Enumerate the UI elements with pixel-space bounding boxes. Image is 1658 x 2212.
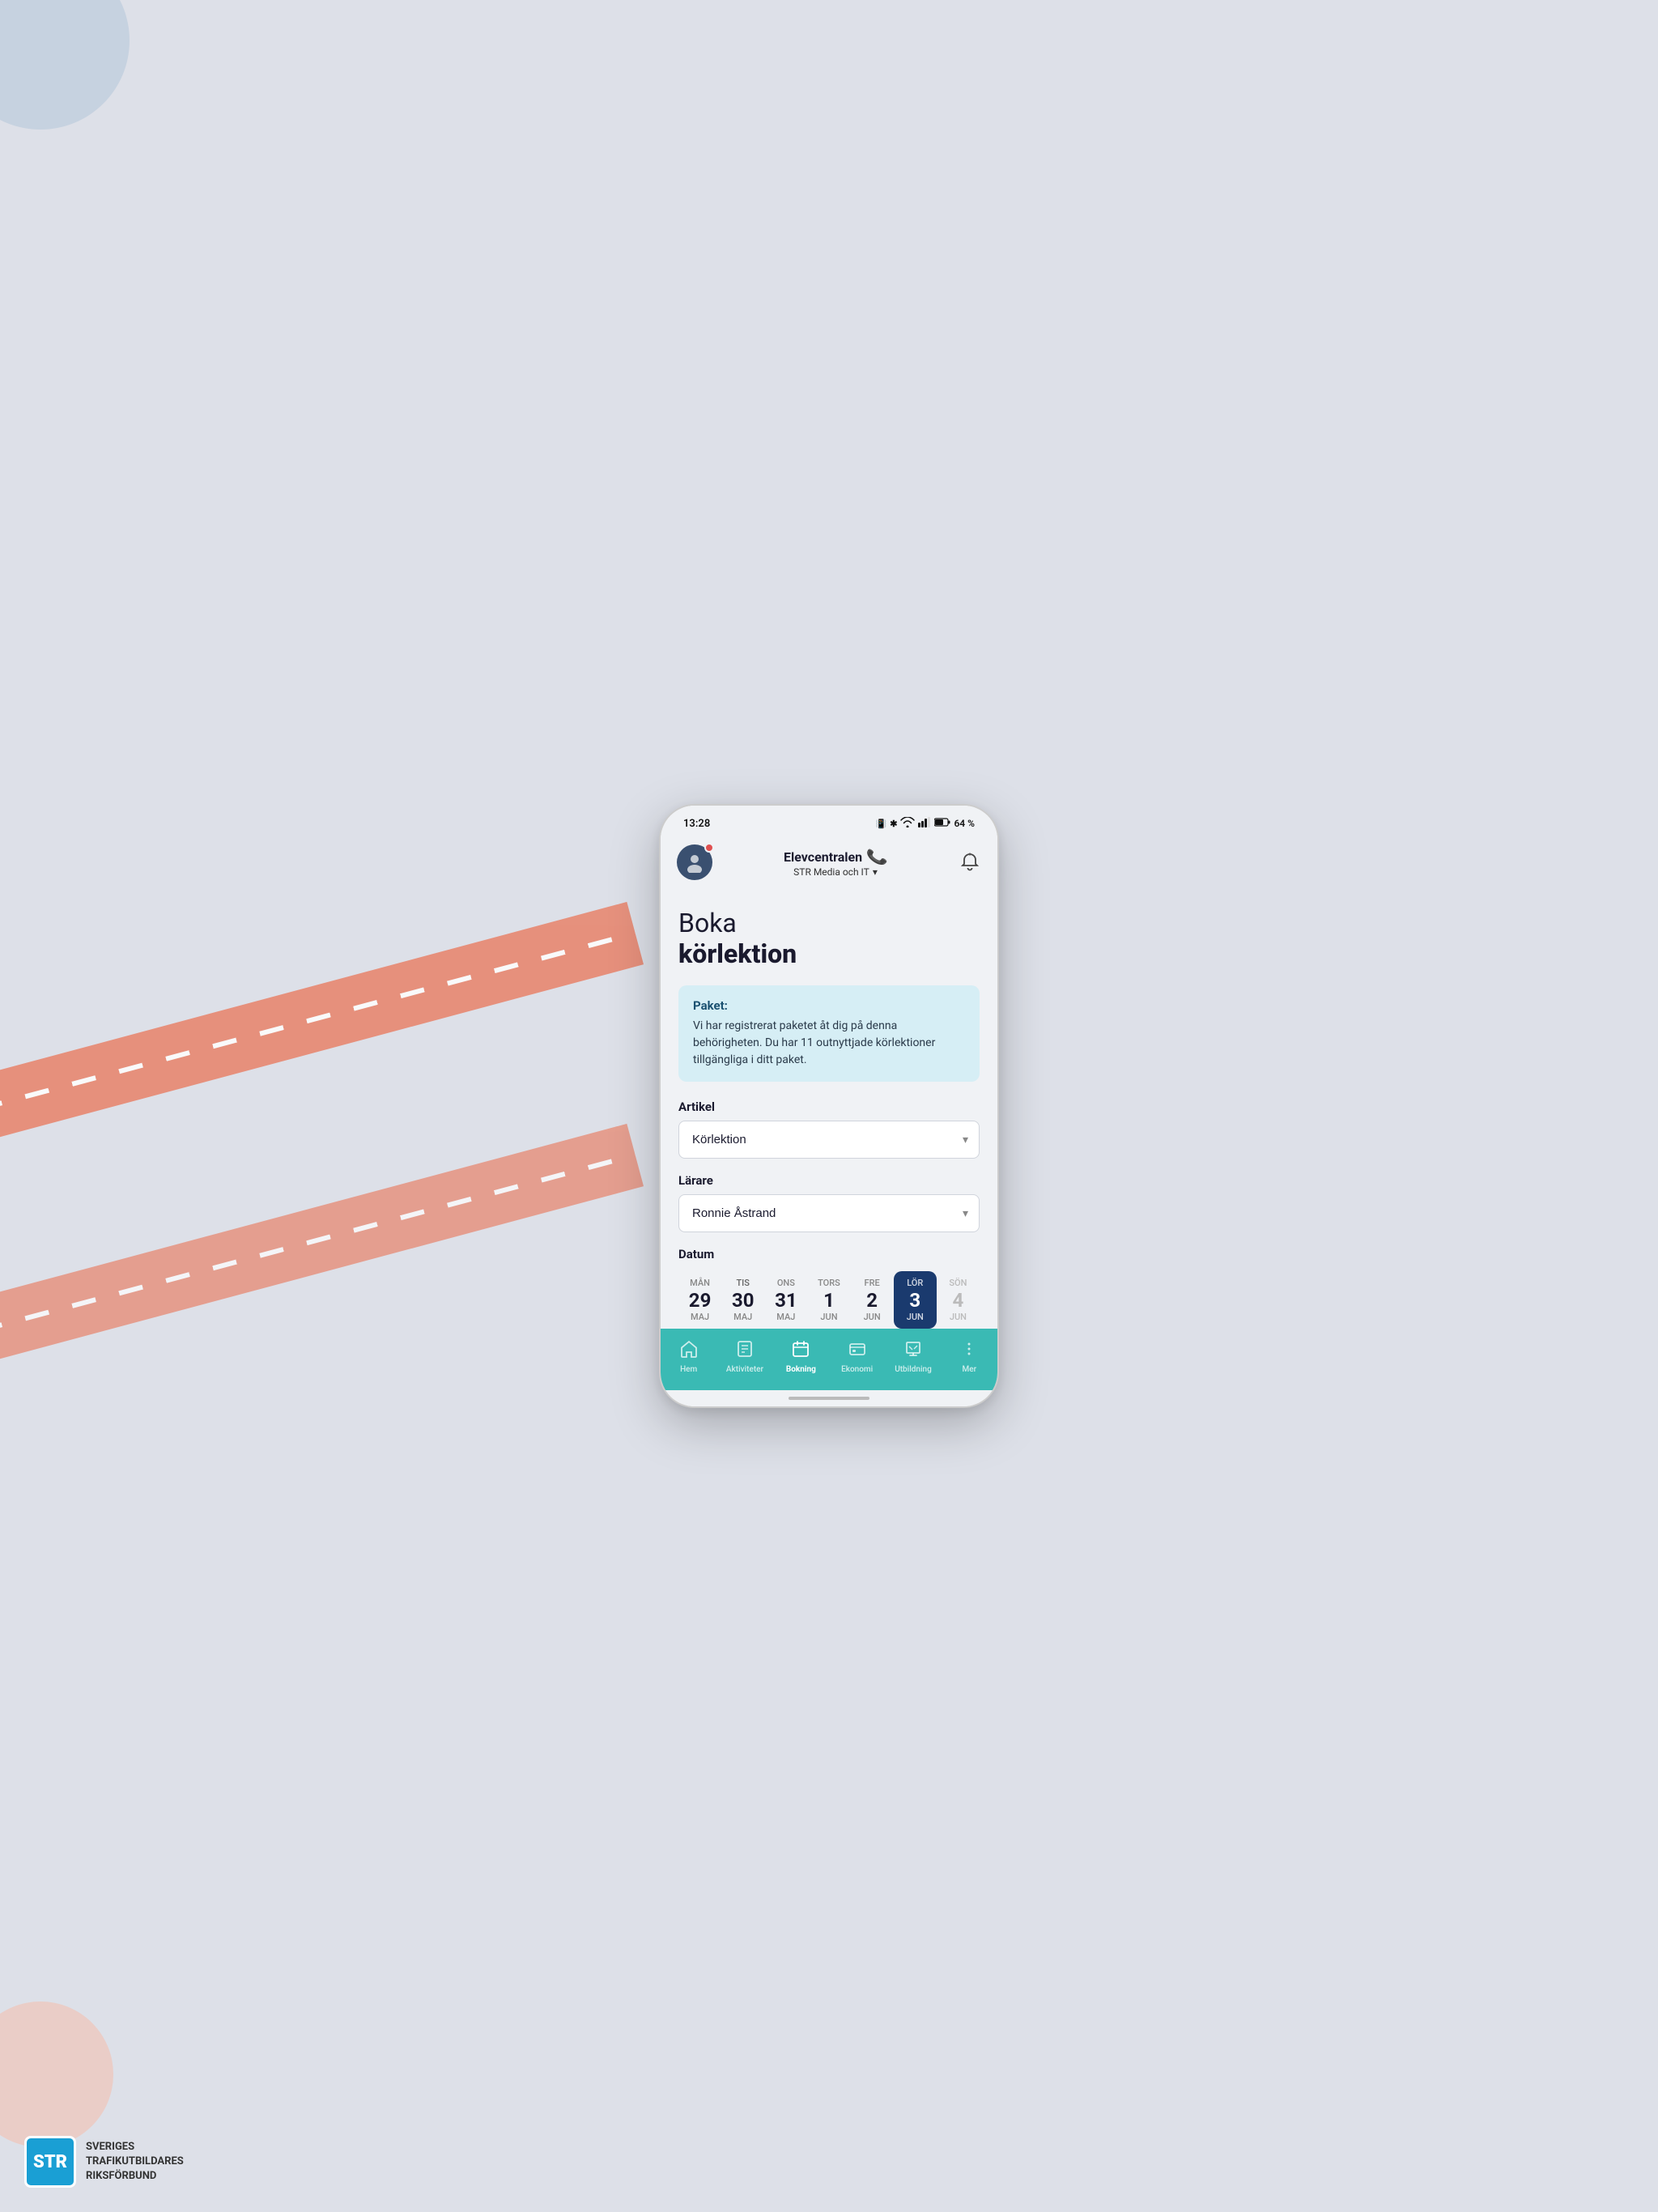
date-day-name: TIS: [736, 1278, 749, 1288]
str-line3: RIKSFÖRBUND: [86, 2169, 184, 2184]
str-line1: SVERIGES: [86, 2140, 184, 2155]
nav-label-utbildning: Utbildning: [895, 1365, 932, 1374]
date-day-num: 2: [866, 1290, 878, 1311]
signal-icon: [918, 817, 931, 830]
home-bar: [789, 1397, 869, 1400]
page-title-line2: körlektion: [678, 938, 980, 969]
nav-item-aktiviteter[interactable]: Aktiviteter: [716, 1340, 772, 1374]
date-day-num: 31: [775, 1290, 797, 1311]
nav-icon-mer: [960, 1340, 978, 1362]
str-logo: STR SVERIGES TRAFIKUTBILDARES RIKSFÖRBUN…: [24, 2136, 184, 2188]
app-header: Elevcentralen 📞 STR Media och IT ▾: [661, 836, 997, 891]
page-title: Boka körlektion: [678, 908, 980, 969]
nav-icon-aktiviteter: [736, 1340, 754, 1362]
battery-pct: 64 %: [954, 818, 975, 829]
chevron-down-icon: ▾: [873, 866, 878, 878]
date-row: MÅN 29 MAJ TIS 30 MAJ ONS 31 MAJ TORS 1 …: [678, 1271, 980, 1328]
date-item-fre[interactable]: FRE 2 JUN: [851, 1271, 894, 1328]
date-month: JUN: [864, 1312, 881, 1322]
header-row: Elevcentralen 📞 STR Media och IT ▾: [677, 844, 981, 880]
info-box-title: Paket:: [693, 998, 965, 1013]
str-logo-text: SVERIGES TRAFIKUTBILDARES RIKSFÖRBUND: [86, 2140, 184, 2184]
date-day-name: MÅN: [690, 1278, 710, 1288]
info-box: Paket: Vi har registrerat paketet åt dig…: [678, 985, 980, 1082]
avatar-wrap[interactable]: [677, 844, 712, 880]
str-abbr: STR: [33, 2152, 67, 2172]
nav-item-ekonomi[interactable]: Ekonomi: [829, 1340, 885, 1374]
phone-wrapper: 13:28 📳 ✱: [659, 804, 999, 1407]
str-line2: TRAFIKUTBILDARES: [86, 2155, 184, 2169]
nav-icon-hem: [680, 1340, 698, 1362]
nav-label-aktiviteter: Aktiviteter: [726, 1365, 763, 1374]
date-month: JUN: [950, 1312, 967, 1322]
date-month: JUN: [907, 1312, 924, 1322]
date-item-ons[interactable]: ONS 31 MAJ: [764, 1271, 807, 1328]
nav-label-bokning: Bokning: [786, 1365, 816, 1374]
date-day-name: ONS: [777, 1278, 795, 1288]
battery-icon: [934, 818, 950, 829]
wifi-icon: [900, 817, 915, 830]
str-logo-box: STR: [24, 2136, 76, 2188]
nav-item-utbildning[interactable]: Utbildning: [885, 1340, 941, 1374]
artikel-select-wrapper: Körlektion ▾: [678, 1121, 980, 1159]
date-month: MAJ: [733, 1312, 752, 1322]
date-item-sön[interactable]: SÖN 4 JUN: [937, 1271, 980, 1328]
header-sub[interactable]: STR Media och IT ▾: [712, 866, 959, 878]
date-day-name: FRE: [865, 1278, 880, 1288]
date-item-tis[interactable]: TIS 30 MAJ: [721, 1271, 764, 1328]
date-day-num: 4: [953, 1290, 964, 1311]
date-day-num: 30: [732, 1290, 755, 1311]
nav-item-bokning[interactable]: Bokning: [773, 1340, 829, 1374]
larare-label: Lärare: [678, 1173, 980, 1188]
date-day-name: TORS: [818, 1278, 840, 1288]
date-day-num: 29: [689, 1290, 712, 1311]
status-bar: 13:28 📳 ✱: [661, 806, 997, 836]
nav-label-ekonomi: Ekonomi: [841, 1365, 873, 1374]
date-item-tors[interactable]: TORS 1 JUN: [807, 1271, 850, 1328]
phone-icon: 📞: [865, 845, 889, 868]
artikel-label: Artikel: [678, 1100, 980, 1114]
nav-icon-bokning: [792, 1340, 810, 1362]
nav-item-mer[interactable]: Mer: [942, 1340, 997, 1374]
nav-label-mer: Mer: [962, 1365, 976, 1374]
date-month: MAJ: [776, 1312, 795, 1322]
brand-name: Elevcentralen: [784, 849, 862, 865]
date-day-num: 1: [823, 1290, 835, 1311]
date-item-mån[interactable]: MÅN 29 MAJ: [678, 1271, 721, 1328]
nav-icon-utbildning: [904, 1340, 922, 1362]
sub-title: STR Media och IT: [793, 866, 869, 878]
nav-label-hem: Hem: [680, 1365, 697, 1374]
vibrate-icon: 📳: [876, 819, 887, 829]
header-brand: Elevcentralen 📞: [712, 847, 959, 866]
bluetooth-icon: ✱: [890, 819, 897, 829]
date-day-name: SÖN: [949, 1278, 967, 1288]
bottom-nav: Hem Aktiviteter Bokning Ekonomi Utbildni…: [661, 1329, 997, 1390]
date-day-num: 3: [909, 1290, 920, 1311]
status-time: 13:28: [683, 818, 710, 830]
artikel-select[interactable]: Körlektion: [678, 1121, 980, 1159]
phone-frame: 13:28 📳 ✱: [659, 804, 999, 1407]
larare-select[interactable]: Ronnie Åstrand: [678, 1194, 980, 1232]
status-icons: 📳 ✱: [876, 817, 975, 830]
nav-icon-ekonomi: [848, 1340, 866, 1362]
larare-select-wrapper: Ronnie Åstrand ▾: [678, 1194, 980, 1232]
date-month: JUN: [820, 1312, 837, 1322]
date-month: MAJ: [691, 1312, 709, 1322]
header-center: Elevcentralen 📞 STR Media och IT ▾: [712, 847, 959, 878]
notification-bell-button[interactable]: [959, 851, 981, 874]
page-title-line1: Boka: [678, 908, 980, 938]
datum-label: Datum: [678, 1247, 980, 1261]
date-item-lör[interactable]: LÖR 3 JUN: [894, 1271, 937, 1328]
main-content: Boka körlektion Paket: Vi har registrera…: [661, 891, 997, 1328]
info-box-text: Vi har registrerat paketet åt dig på den…: [693, 1018, 965, 1069]
nav-item-hem[interactable]: Hem: [661, 1340, 716, 1374]
home-indicator: [661, 1390, 997, 1406]
date-day-name: LÖR: [907, 1278, 923, 1288]
